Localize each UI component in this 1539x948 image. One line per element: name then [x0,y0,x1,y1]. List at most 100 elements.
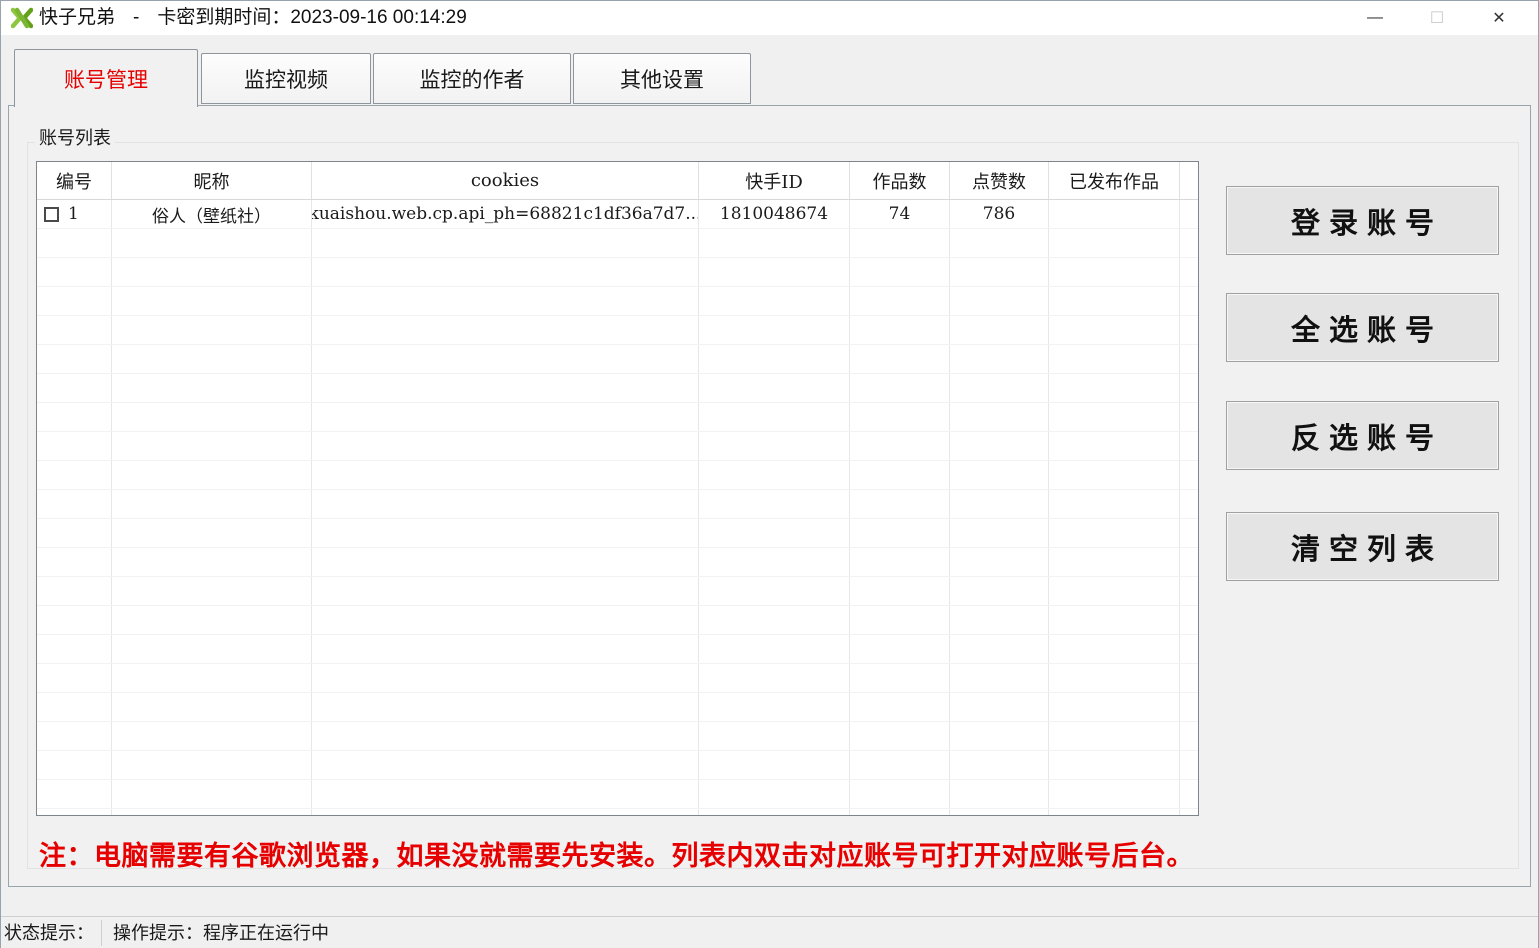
empty-cell-filler [1180,461,1198,489]
column-header[interactable]: 已发布作品 [1049,162,1180,199]
empty-cell [950,722,1049,750]
empty-cell [950,287,1049,315]
column-header[interactable]: 昵称 [112,162,312,199]
empty-row [37,461,1198,490]
empty-cell [1049,780,1180,808]
empty-cell [112,751,312,779]
close-button[interactable]: ✕ [1468,1,1530,35]
empty-cell [1049,548,1180,576]
empty-cell [1049,316,1180,344]
empty-cell [37,664,112,692]
license-expiry: 卡密到期时间：2023-09-16 00:14:29 [157,7,466,28]
empty-cell [699,664,850,692]
empty-cell [699,490,850,518]
column-header[interactable]: cookies [312,162,699,199]
empty-cell-filler [1180,316,1198,344]
empty-cell [850,490,950,518]
column-header[interactable]: 快手ID [699,162,850,199]
empty-cell [699,606,850,634]
empty-cell [699,316,850,344]
empty-cell [37,722,112,750]
empty-cell [37,490,112,518]
empty-cell [1049,287,1180,315]
empty-cell [1049,432,1180,460]
clear-list-button[interactable]: 清空列表 [1226,512,1499,581]
empty-cell-filler [1180,693,1198,721]
empty-cell [37,316,112,344]
empty-cell [112,287,312,315]
tab-label: 监控视频 [244,64,328,94]
table-cell-filler [1180,200,1198,228]
empty-cell [850,345,950,373]
empty-cell [37,635,112,663]
maximize-button: ☐ [1406,1,1468,35]
window-title: 快子兄弟-卡密到期时间：2023-09-16 00:14:29 [39,1,467,35]
empty-cell-filler [1180,635,1198,663]
status-separator [101,920,102,946]
invert-selection-button[interactable]: 反选账号 [1226,401,1499,470]
empty-row [37,519,1198,548]
app-logo-icon [11,7,33,29]
empty-row [37,693,1198,722]
empty-row [37,345,1198,374]
button-label: 清空列表 [1291,526,1443,568]
column-header[interactable]: 作品数 [850,162,950,199]
empty-cell [312,548,699,576]
empty-cell [37,548,112,576]
tab-label: 其他设置 [620,64,704,94]
table-cell: 1810048674 [699,200,850,228]
empty-cell [112,519,312,547]
empty-cell-filler [1180,751,1198,779]
empty-cell [1049,664,1180,692]
row-checkbox[interactable] [44,207,59,222]
empty-cell [1049,403,1180,431]
empty-cell [37,287,112,315]
empty-cell [312,345,699,373]
empty-cell [37,809,112,816]
tab-label: 监控的作者 [420,64,525,94]
select-all-accounts-button[interactable]: 全选账号 [1226,293,1499,362]
empty-cell [112,693,312,721]
empty-row [37,403,1198,432]
empty-cell-filler [1180,258,1198,286]
empty-cell [37,780,112,808]
empty-cell [312,693,699,721]
empty-cell [950,693,1049,721]
tab-account-management[interactable]: 账号管理 [14,49,198,107]
empty-cell [312,664,699,692]
empty-cell [112,345,312,373]
account-table[interactable]: 编号昵称cookies快手ID作品数点赞数已发布作品 1俗人（壁纸社）kuais… [36,161,1199,816]
empty-cell [950,809,1049,816]
empty-cell [1049,751,1180,779]
empty-cell [37,519,112,547]
empty-cell [850,258,950,286]
empty-cell [312,374,699,402]
login-accounts-button[interactable]: 登录账号 [1226,186,1499,255]
app-window: 快子兄弟-卡密到期时间：2023-09-16 00:14:29 —☐✕ 账号管理… [0,0,1539,948]
empty-cell [112,577,312,605]
empty-cell [699,809,850,816]
minimize-button[interactable]: — [1344,1,1406,35]
empty-cell [850,403,950,431]
column-header[interactable]: 点赞数 [950,162,1049,199]
title-bar: 快子兄弟-卡密到期时间：2023-09-16 00:14:29 —☐✕ [1,1,1538,35]
empty-cell [1049,374,1180,402]
tab-monitored-authors[interactable]: 监控的作者 [373,53,571,104]
tab-other-settings[interactable]: 其他设置 [573,53,751,104]
empty-cell [950,316,1049,344]
empty-cell [699,258,850,286]
empty-row [37,577,1198,606]
empty-cell-filler [1180,403,1198,431]
empty-cell [37,403,112,431]
warning-note: 注：电脑需要有谷歌浏览器，如果没就需要先安装。列表内双击对应账号可打开对应账号后… [39,834,1194,873]
empty-cell [699,519,850,547]
empty-cell-filler [1180,287,1198,315]
account-row[interactable]: 1俗人（壁纸社）kuaishou.web.cp.api_ph=68821c1df… [37,200,1198,229]
tab-monitor-videos[interactable]: 监控视频 [201,53,371,104]
empty-cell [37,229,112,257]
empty-cell [37,693,112,721]
empty-cell [699,345,850,373]
empty-cell [312,606,699,634]
empty-cell [850,635,950,663]
column-header[interactable]: 编号 [37,162,112,199]
